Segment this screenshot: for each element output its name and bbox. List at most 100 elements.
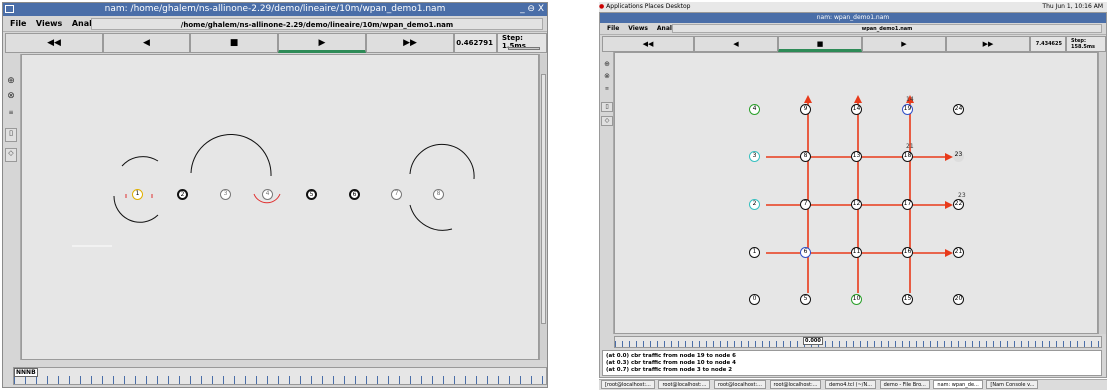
grid-node-21[interactable]: 21 <box>953 247 964 258</box>
flow-drawing <box>766 95 953 293</box>
step-control[interactable]: Step: 1.5ms <box>497 33 547 53</box>
grid-node-6[interactable]: 6 <box>800 247 811 258</box>
grid-node-1[interactable]: 1 <box>749 247 760 258</box>
zoom-out-icon[interactable]: ⊗ <box>5 91 17 101</box>
nam-window-right: nam: wpan_demo1.nam File Views Analysis … <box>599 12 1107 378</box>
taskbar-item[interactable]: root@localhost:... <box>658 380 711 389</box>
redhat-icon[interactable]: ● <box>599 3 604 10</box>
node-7[interactable]: 7 <box>391 189 402 200</box>
grid-node-5[interactable]: 5 <box>800 294 811 305</box>
menu-file[interactable]: File <box>10 16 26 32</box>
layout-icon[interactable]: ≡ <box>5 109 17 116</box>
scroll-thumb[interactable] <box>541 74 546 324</box>
step-back-button[interactable]: ◀ <box>103 33 190 53</box>
grid-node-9[interactable]: 9 <box>800 104 811 115</box>
playback-toolbar: ◀◀ ◀ ■ ▶ ▶▶ 7.434625 Step: 158.5ms <box>600 36 1106 52</box>
tool-panel: ⊕ ⊗ ≡ ▯ ◇ <box>600 52 614 334</box>
play-button[interactable]: ▶ <box>862 36 946 52</box>
timeline-bar[interactable]: NNNB <box>13 367 547 385</box>
timeline-ticks <box>14 376 546 384</box>
grid-node-24[interactable]: 24 <box>953 104 964 115</box>
grid-node-23[interactable]: 23 <box>953 151 964 162</box>
wireless-arc <box>409 143 475 180</box>
zoom-in-icon[interactable]: ⊕ <box>601 60 613 68</box>
grid-node-11[interactable]: 11 <box>851 247 862 258</box>
grid-node-10[interactable]: 10 <box>851 294 862 305</box>
grid-node-15[interactable]: 15 <box>902 294 913 305</box>
menu-views[interactable]: Views <box>628 23 648 35</box>
edit-link-icon[interactable]: ◇ <box>5 148 17 162</box>
edit-link-icon[interactable]: ◇ <box>601 116 613 126</box>
step-slider[interactable] <box>508 47 540 50</box>
grid-node-20[interactable]: 20 <box>953 294 964 305</box>
node-8[interactable]: 8 <box>433 189 444 200</box>
log-line: (at 0.3) cbr traffic from node 10 to nod… <box>606 360 736 366</box>
rewind-button[interactable]: ◀◀ <box>5 33 103 53</box>
window-menu-icon[interactable] <box>5 5 14 13</box>
vertical-scrollbar[interactable] <box>1098 52 1106 334</box>
stop-button[interactable]: ■ <box>778 36 862 52</box>
taskbar-item[interactable]: root@localhost:... <box>769 380 822 389</box>
network-canvas[interactable]: 1 2 3 4 5 6 7 8 <box>21 54 539 360</box>
queue-annotation: 14 <box>906 96 914 103</box>
grid-node-12[interactable]: 12 <box>851 199 862 210</box>
network-canvas[interactable]: 4 9 14 19 24 3 8 13 18 23 2 7 12 17 22 1… <box>614 52 1098 334</box>
taskbar-item[interactable]: [root@localhost:... <box>601 380 655 389</box>
taskbar-item[interactable]: [Nam Console v... <box>986 380 1039 389</box>
event-log: (at 0.0) cbr traffic from node 19 to nod… <box>602 350 1102 376</box>
grid-node-2[interactable]: 2 <box>749 199 760 210</box>
grid-node-22[interactable]: 22 <box>953 199 964 210</box>
fast-forward-button[interactable]: ▶▶ <box>366 33 454 53</box>
taskbar-item[interactable]: demo4.tcl (~/N... <box>825 380 876 389</box>
title-bar[interactable]: nam: wpan_demo1.nam <box>600 13 1106 23</box>
window-controls[interactable]: _ ⊖ X <box>520 3 544 16</box>
step-back-button[interactable]: ◀ <box>694 36 778 52</box>
node-6[interactable]: 6 <box>349 189 360 200</box>
menu-file[interactable]: File <box>607 23 619 35</box>
node-4[interactable]: 4 <box>262 189 273 200</box>
timeline-label: 0.000 <box>803 337 823 345</box>
edit-node-icon[interactable]: ▯ <box>601 102 613 112</box>
grid-node-17[interactable]: 17 <box>902 199 913 210</box>
grid-node-3[interactable]: 3 <box>749 151 760 162</box>
grid-node-14[interactable]: 14 <box>851 104 862 115</box>
grid-node-18[interactable]: 18 <box>902 151 913 162</box>
node-2[interactable]: 2 <box>177 189 188 200</box>
playback-toolbar: ◀◀ ◀ ■ ▶ ▶▶ 0.462791 Step: 1.5ms <box>3 33 547 53</box>
rewind-button[interactable]: ◀◀ <box>602 36 694 52</box>
timeline-ticks <box>615 341 1101 347</box>
play-button[interactable]: ▶ <box>278 33 366 53</box>
node-3[interactable]: 3 <box>220 189 231 200</box>
panel-menus[interactable]: Applications Places Desktop <box>606 3 690 10</box>
grid-node-7[interactable]: 7 <box>800 199 811 210</box>
taskbar-item[interactable]: demo - File Bro... <box>879 380 930 389</box>
edit-node-icon[interactable]: ▯ <box>5 128 17 142</box>
wireless-arc <box>409 204 453 231</box>
title-bar[interactable]: nam: /home/ghalem/ns-allinone-2.29/demo/… <box>3 3 547 16</box>
zoom-out-icon[interactable]: ⊗ <box>601 72 613 80</box>
grid-node-8[interactable]: 8 <box>800 151 811 162</box>
window-title: nam: wpan_demo1.nam <box>816 14 890 21</box>
panel-clock: Thu Jun 1, 10:16 AM <box>1042 3 1103 10</box>
grid-node-13[interactable]: 13 <box>851 151 862 162</box>
grid-node-19[interactable]: 19 <box>902 104 913 115</box>
stop-button[interactable]: ■ <box>190 33 278 53</box>
grid-node-16[interactable]: 16 <box>902 247 913 258</box>
taskbar-item[interactable]: root@localhost:... <box>713 380 766 389</box>
timeline-bar[interactable]: 0.000 <box>614 336 1102 348</box>
fast-forward-button[interactable]: ▶▶ <box>946 36 1030 52</box>
menu-views[interactable]: Views <box>36 16 62 32</box>
node-1[interactable]: 1 <box>132 189 143 200</box>
zoom-in-icon[interactable]: ⊕ <box>5 76 17 86</box>
queue-annotation: 21 <box>906 143 914 150</box>
grid-node-4[interactable]: 4 <box>749 104 760 115</box>
desktop-screenshot-right: ● Applications Places Desktop Thu Jun 1,… <box>599 2 1107 390</box>
step-label: Step: 158.5ms <box>1071 38 1096 50</box>
node-5[interactable]: 5 <box>306 189 317 200</box>
step-control[interactable]: Step: 158.5ms <box>1066 36 1106 52</box>
vertical-scrollbar[interactable] <box>539 54 547 360</box>
nam-window-left: nam: /home/ghalem/ns-allinone-2.29/demo/… <box>2 2 548 388</box>
grid-node-0[interactable]: 0 <box>749 294 760 305</box>
layout-icon[interactable]: ≡ <box>601 86 613 92</box>
taskbar-item-active[interactable]: nam: wpan_de... <box>933 380 983 389</box>
